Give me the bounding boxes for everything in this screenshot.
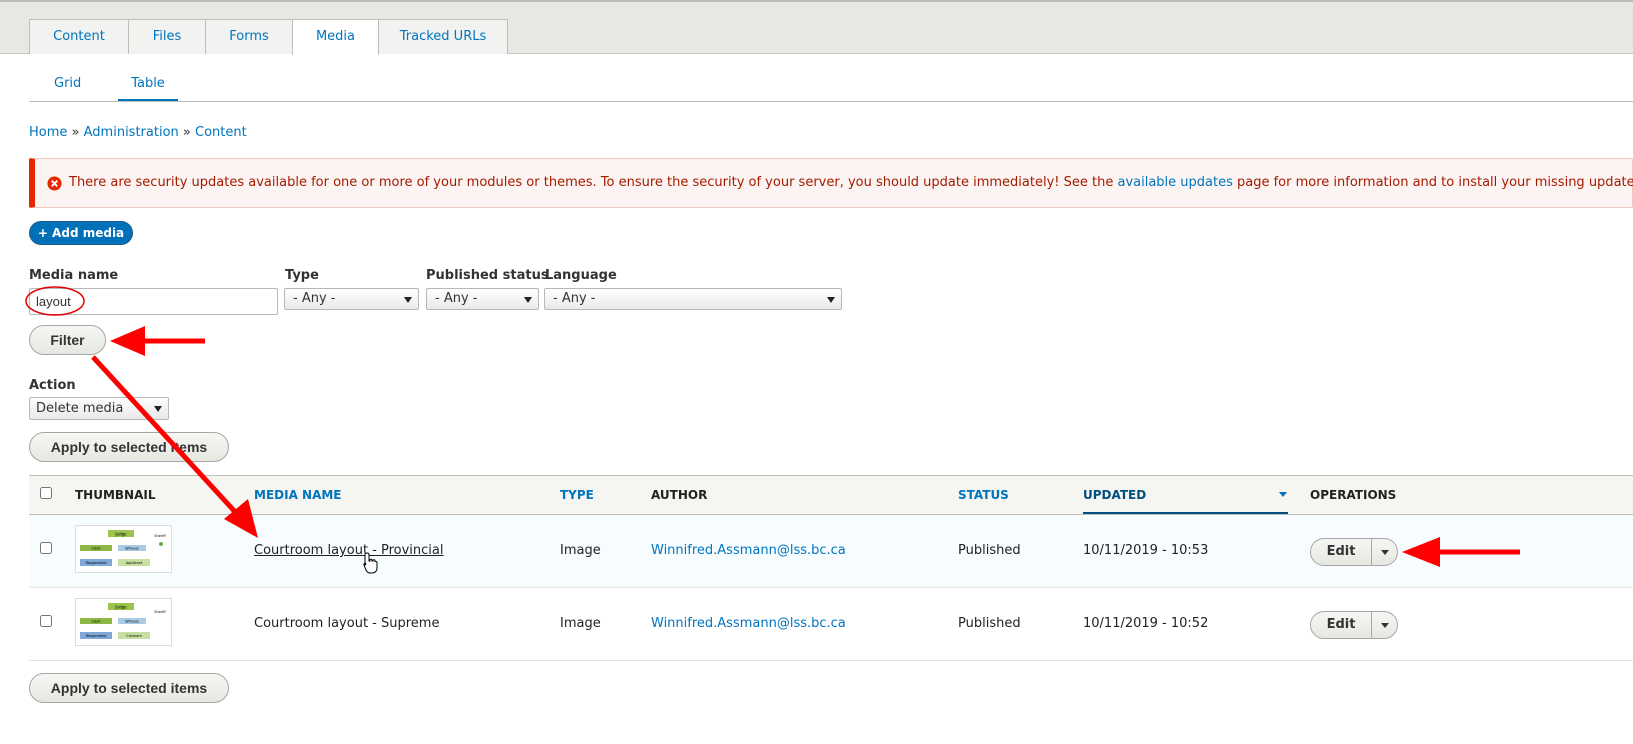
- secondary-tabs-divider: [29, 101, 1633, 102]
- operations-toggle[interactable]: [1372, 539, 1397, 565]
- media-name-label: Media name: [29, 268, 119, 283]
- thumb-respondent: Respondent: [86, 634, 107, 638]
- col-status[interactable]: STATUS: [958, 488, 1009, 502]
- col-operations: OPERATIONS: [1310, 488, 1397, 502]
- tab-content[interactable]: Content: [29, 19, 129, 54]
- col-type[interactable]: TYPE: [560, 488, 594, 502]
- col-updated[interactable]: UPDATED: [1083, 488, 1146, 502]
- thumb-clerk: Clerk: [91, 547, 101, 551]
- action-select[interactable]: Delete media: [29, 397, 169, 420]
- breadcrumb-administration[interactable]: Administration: [84, 125, 179, 140]
- language-select[interactable]: - Any -: [544, 288, 842, 310]
- published-status-label: Published status: [426, 268, 549, 283]
- chevron-down-icon: [154, 406, 162, 412]
- tab-tracked-urls[interactable]: Tracked URLs: [378, 19, 508, 54]
- action-label: Action: [29, 378, 76, 393]
- media-type: Image: [560, 543, 601, 558]
- thumb-applicant: Applicant: [126, 561, 143, 565]
- col-thumbnail: THUMBNAIL: [75, 488, 156, 502]
- breadcrumb-separator: »: [71, 125, 80, 140]
- breadcrumb-home[interactable]: Home: [29, 125, 67, 140]
- type-select-value: - Any -: [293, 291, 336, 306]
- message-text-before: There are security updates available for…: [69, 175, 1118, 190]
- thumb-sheriff: Sheriff: [154, 534, 166, 538]
- published-status-select[interactable]: - Any -: [426, 288, 539, 310]
- apply-to-selected-button-bottom[interactable]: Apply to selected items: [29, 673, 229, 703]
- courtroom-diagram-icon: Judge Sheriff Clerk Witness Respondent A…: [80, 530, 166, 566]
- tab-media[interactable]: Media: [292, 19, 379, 55]
- message-text-after: page for more information and to install…: [1232, 175, 1633, 190]
- media-name-input[interactable]: [29, 288, 278, 315]
- tab-table[interactable]: Table: [118, 76, 178, 101]
- chevron-down-icon: [524, 297, 532, 303]
- type-select[interactable]: - Any -: [284, 288, 419, 310]
- chevron-down-icon: [1381, 550, 1389, 555]
- author-link[interactable]: Winnifred.Assmann@lss.bc.ca: [651, 543, 846, 558]
- filter-button[interactable]: Filter: [29, 325, 106, 355]
- thumb-claimant: Claimant: [126, 634, 142, 638]
- chevron-down-icon: [1381, 623, 1389, 628]
- select-all-checkbox[interactable]: [40, 487, 52, 499]
- media-name-link[interactable]: Courtroom layout - Supreme: [254, 616, 439, 631]
- updated-date: 10/11/2019 - 10:53: [1083, 543, 1209, 558]
- type-label: Type: [285, 268, 319, 283]
- chevron-down-icon: [827, 297, 835, 303]
- action-select-value: Delete media: [36, 401, 124, 416]
- operations-dropbutton: Edit: [1310, 611, 1398, 639]
- edit-button[interactable]: Edit: [1311, 539, 1372, 565]
- active-sort-indicator: [1083, 512, 1288, 514]
- thumb-witness: Witness: [125, 547, 139, 551]
- sort-desc-icon: [1279, 492, 1287, 497]
- thumb-judge: Judge: [114, 605, 127, 610]
- operations-dropbutton: Edit: [1310, 538, 1398, 566]
- thumb-witness: Witness: [125, 620, 139, 624]
- tab-files[interactable]: Files: [128, 19, 206, 54]
- edit-button[interactable]: Edit: [1311, 612, 1372, 638]
- thumb-respondent: Respondent: [86, 561, 107, 565]
- language-select-value: - Any -: [553, 291, 596, 306]
- row-checkbox[interactable]: [40, 615, 52, 627]
- error-icon: [47, 176, 62, 191]
- thumbnail-image: Judge Sheriff Clerk Witness Respondent C…: [75, 598, 172, 646]
- add-media-button[interactable]: + Add media: [29, 221, 133, 245]
- operations-toggle[interactable]: [1372, 612, 1397, 638]
- courtroom-diagram-icon: Judge Sheriff Clerk Witness Respondent C…: [80, 603, 166, 639]
- language-label: Language: [545, 268, 617, 283]
- media-type: Image: [560, 616, 601, 631]
- security-error-message: There are security updates available for…: [29, 158, 1633, 208]
- author-link[interactable]: Winnifred.Assmann@lss.bc.ca: [651, 616, 846, 631]
- thumbnail-image: Judge Sheriff Clerk Witness Respondent A…: [75, 525, 172, 573]
- arrow-to-filter-icon: [110, 326, 205, 356]
- tab-grid[interactable]: Grid: [54, 76, 81, 101]
- breadcrumb-content[interactable]: Content: [195, 125, 247, 140]
- chevron-down-icon: [404, 297, 412, 303]
- updated-date: 10/11/2019 - 10:52: [1083, 616, 1209, 631]
- col-media-name[interactable]: MEDIA NAME: [254, 488, 342, 502]
- breadcrumb: Home » Administration » Content: [29, 125, 247, 140]
- media-status: Published: [958, 543, 1021, 558]
- thumb-clerk: Clerk: [91, 620, 101, 624]
- breadcrumb-separator: »: [182, 125, 191, 140]
- media-status: Published: [958, 616, 1021, 631]
- row-checkbox[interactable]: [40, 542, 52, 554]
- apply-to-selected-button[interactable]: Apply to selected items: [29, 432, 229, 462]
- thumb-judge: Judge: [114, 532, 127, 537]
- available-updates-link[interactable]: available updates: [1117, 175, 1232, 190]
- tab-forms[interactable]: Forms: [205, 19, 293, 54]
- message-text: There are security updates available for…: [69, 175, 1633, 190]
- media-name-link[interactable]: Courtroom layout - Provincial: [254, 543, 444, 558]
- col-author: AUTHOR: [651, 488, 708, 502]
- thumb-sheriff: Sheriff: [154, 610, 166, 614]
- published-status-value: - Any -: [435, 291, 478, 306]
